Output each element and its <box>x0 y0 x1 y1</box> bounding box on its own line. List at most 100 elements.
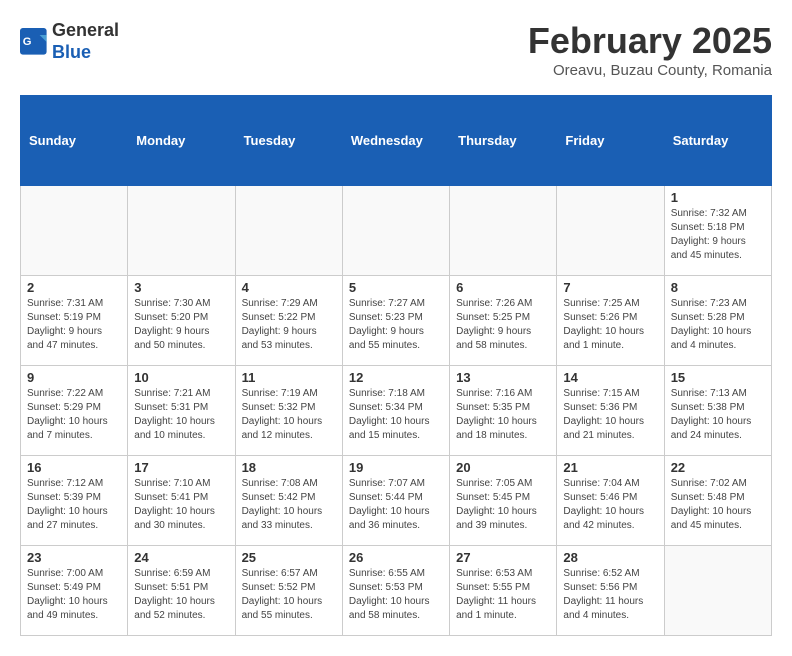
calendar-cell: 20 Sunrise: 7:05 AM Sunset: 5:45 PM Dayli… <box>450 456 557 546</box>
day-of-week-header: Tuesday <box>235 96 342 186</box>
day-number: 12 <box>349 370 443 385</box>
calendar-cell: 9 Sunrise: 7:22 AM Sunset: 5:29 PM Daylig… <box>21 366 128 456</box>
day-number: 26 <box>349 550 443 565</box>
day-number: 10 <box>134 370 228 385</box>
day-info: Sunrise: 6:59 AM Sunset: 5:51 PM Dayligh… <box>134 567 228 623</box>
logo-general: General <box>52 20 119 42</box>
logo-icon: G <box>20 28 48 56</box>
day-info: Sunrise: 7:07 AM Sunset: 5:44 PM Dayligh… <box>349 477 443 533</box>
day-of-week-header: Thursday <box>450 96 557 186</box>
day-info: Sunrise: 7:32 AM Sunset: 5:18 PM Dayligh… <box>671 207 765 263</box>
day-number: 20 <box>456 460 550 475</box>
calendar-cell <box>450 186 557 276</box>
calendar-cell: 6 Sunrise: 7:26 AM Sunset: 5:25 PM Daylig… <box>450 276 557 366</box>
day-number: 1 <box>671 190 765 205</box>
day-info: Sunrise: 7:26 AM Sunset: 5:25 PM Dayligh… <box>456 297 550 353</box>
day-number: 7 <box>563 280 657 295</box>
calendar-cell: 22 Sunrise: 7:02 AM Sunset: 5:48 PM Dayli… <box>664 456 771 546</box>
calendar-cell: 1 Sunrise: 7:32 AM Sunset: 5:18 PM Daylig… <box>664 186 771 276</box>
day-info: Sunrise: 7:27 AM Sunset: 5:23 PM Dayligh… <box>349 297 443 353</box>
calendar-cell: 21 Sunrise: 7:04 AM Sunset: 5:46 PM Dayli… <box>557 456 664 546</box>
day-number: 19 <box>349 460 443 475</box>
day-number: 21 <box>563 460 657 475</box>
calendar-cell: 24 Sunrise: 6:59 AM Sunset: 5:51 PM Dayli… <box>128 546 235 636</box>
day-info: Sunrise: 7:08 AM Sunset: 5:42 PM Dayligh… <box>242 477 336 533</box>
day-info: Sunrise: 7:25 AM Sunset: 5:26 PM Dayligh… <box>563 297 657 353</box>
calendar-cell <box>664 546 771 636</box>
calendar-cell: 23 Sunrise: 7:00 AM Sunset: 5:49 PM Dayli… <box>21 546 128 636</box>
day-info: Sunrise: 7:12 AM Sunset: 5:39 PM Dayligh… <box>27 477 121 533</box>
day-info: Sunrise: 7:30 AM Sunset: 5:20 PM Dayligh… <box>134 297 228 353</box>
page-header: G General Blue February 2025 Oreavu, Buz… <box>20 20 772 79</box>
calendar-week-row: 9 Sunrise: 7:22 AM Sunset: 5:29 PM Daylig… <box>21 366 772 456</box>
day-number: 24 <box>134 550 228 565</box>
day-number: 25 <box>242 550 336 565</box>
day-info: Sunrise: 7:19 AM Sunset: 5:32 PM Dayligh… <box>242 387 336 443</box>
day-number: 18 <box>242 460 336 475</box>
svg-text:G: G <box>23 35 32 47</box>
day-number: 2 <box>27 280 121 295</box>
calendar-week-row: 1 Sunrise: 7:32 AM Sunset: 5:18 PM Daylig… <box>21 186 772 276</box>
calendar-cell: 25 Sunrise: 6:57 AM Sunset: 5:52 PM Dayli… <box>235 546 342 636</box>
calendar-cell: 17Sunrise: 7:10 AM Sunset: 5:41 PM Dayli… <box>128 456 235 546</box>
day-info: Sunrise: 7:18 AM Sunset: 5:34 PM Dayligh… <box>349 387 443 443</box>
day-info: Sunrise: 7:02 AM Sunset: 5:48 PM Dayligh… <box>671 477 765 533</box>
calendar-cell <box>342 186 449 276</box>
day-info: Sunrise: 7:29 AM Sunset: 5:22 PM Dayligh… <box>242 297 336 353</box>
logo-blue: Blue <box>52 42 119 64</box>
calendar-cell: 19 Sunrise: 7:07 AM Sunset: 5:44 PM Dayli… <box>342 456 449 546</box>
day-number: 15 <box>671 370 765 385</box>
day-info: Sunrise: 7:22 AM Sunset: 5:29 PM Dayligh… <box>27 387 121 443</box>
day-number: 8 <box>671 280 765 295</box>
calendar-cell: 18 Sunrise: 7:08 AM Sunset: 5:42 PM Dayli… <box>235 456 342 546</box>
calendar-header-row: SundayMondayTuesdayWednesdayThursdayFrid… <box>21 96 772 186</box>
day-info: Sunrise: 6:52 AM Sunset: 5:56 PM Dayligh… <box>563 567 657 623</box>
calendar-cell: 14 Sunrise: 7:15 AM Sunset: 5:36 PM Dayli… <box>557 366 664 456</box>
day-number: 13 <box>456 370 550 385</box>
month-title: February 2025 <box>528 20 772 62</box>
calendar-cell: 5 Sunrise: 7:27 AM Sunset: 5:23 PM Daylig… <box>342 276 449 366</box>
calendar-cell <box>128 186 235 276</box>
day-info: Sunrise: 6:57 AM Sunset: 5:52 PM Dayligh… <box>242 567 336 623</box>
day-info: Sunrise: 7:00 AM Sunset: 5:49 PM Dayligh… <box>27 567 121 623</box>
day-of-week-header: Sunday <box>21 96 128 186</box>
day-number: 9 <box>27 370 121 385</box>
calendar-cell: 13Sunrise: 7:16 AM Sunset: 5:35 PM Dayli… <box>450 366 557 456</box>
day-number: 5 <box>349 280 443 295</box>
calendar-cell: 4 Sunrise: 7:29 AM Sunset: 5:22 PM Daylig… <box>235 276 342 366</box>
day-of-week-header: Saturday <box>664 96 771 186</box>
calendar-cell: 28 Sunrise: 6:52 AM Sunset: 5:56 PM Dayli… <box>557 546 664 636</box>
calendar-week-row: 23 Sunrise: 7:00 AM Sunset: 5:49 PM Dayli… <box>21 546 772 636</box>
day-number: 11 <box>242 370 336 385</box>
day-number: 14 <box>563 370 657 385</box>
day-info: Sunrise: 7:21 AM Sunset: 5:31 PM Dayligh… <box>134 387 228 443</box>
calendar-cell: 8 Sunrise: 7:23 AM Sunset: 5:28 PM Daylig… <box>664 276 771 366</box>
day-info: Sunrise: 6:53 AM Sunset: 5:55 PM Dayligh… <box>456 567 550 623</box>
calendar-cell <box>557 186 664 276</box>
day-info: Sunrise: 7:05 AM Sunset: 5:45 PM Dayligh… <box>456 477 550 533</box>
day-number: 28 <box>563 550 657 565</box>
day-number: 17 <box>134 460 228 475</box>
day-of-week-header: Friday <box>557 96 664 186</box>
calendar-cell: 3 Sunrise: 7:30 AM Sunset: 5:20 PM Daylig… <box>128 276 235 366</box>
day-number: 6 <box>456 280 550 295</box>
calendar-cell <box>21 186 128 276</box>
day-number: 4 <box>242 280 336 295</box>
day-info: Sunrise: 7:23 AM Sunset: 5:28 PM Dayligh… <box>671 297 765 353</box>
day-info: Sunrise: 7:04 AM Sunset: 5:46 PM Dayligh… <box>563 477 657 533</box>
calendar-cell: 26 Sunrise: 6:55 AM Sunset: 5:53 PM Dayli… <box>342 546 449 636</box>
day-info: Sunrise: 6:55 AM Sunset: 5:53 PM Dayligh… <box>349 567 443 623</box>
calendar-week-row: 2 Sunrise: 7:31 AM Sunset: 5:19 PM Daylig… <box>21 276 772 366</box>
location-subtitle: Oreavu, Buzau County, Romania <box>528 62 772 79</box>
day-of-week-header: Monday <box>128 96 235 186</box>
calendar-cell: 15 Sunrise: 7:13 AM Sunset: 5:38 PM Dayli… <box>664 366 771 456</box>
day-info: Sunrise: 7:15 AM Sunset: 5:36 PM Dayligh… <box>563 387 657 443</box>
calendar-cell: 11 Sunrise: 7:19 AM Sunset: 5:32 PM Dayli… <box>235 366 342 456</box>
calendar-week-row: 16Sunrise: 7:12 AM Sunset: 5:39 PM Dayli… <box>21 456 772 546</box>
day-info: Sunrise: 7:13 AM Sunset: 5:38 PM Dayligh… <box>671 387 765 443</box>
day-info: Sunrise: 7:31 AM Sunset: 5:19 PM Dayligh… <box>27 297 121 353</box>
day-number: 22 <box>671 460 765 475</box>
day-number: 23 <box>27 550 121 565</box>
day-number: 3 <box>134 280 228 295</box>
day-of-week-header: Wednesday <box>342 96 449 186</box>
